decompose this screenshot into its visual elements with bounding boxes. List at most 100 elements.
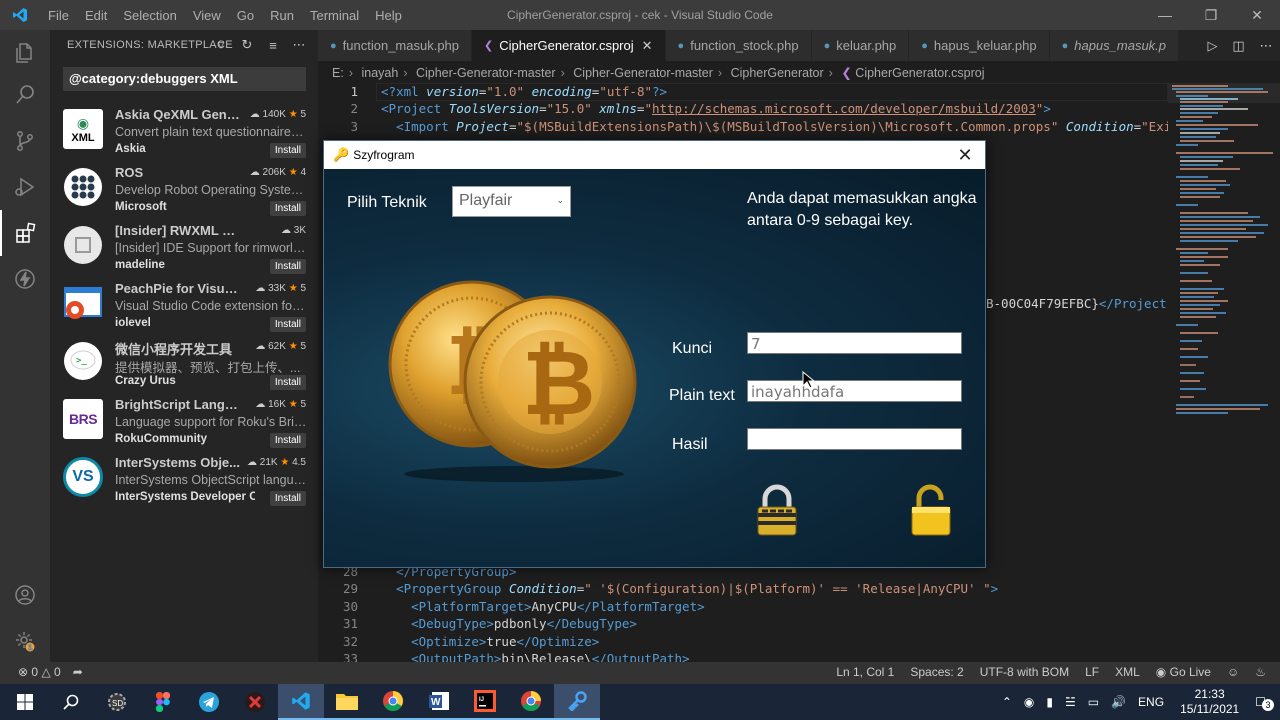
vscode-icon[interactable] [278,684,324,720]
szyfrogram-app-icon[interactable] [554,684,600,720]
notifications-bell-icon[interactable]: ♨ [1255,665,1266,679]
technique-select[interactable]: Playfair ⌄ [452,186,571,217]
minimize-button[interactable]: — [1142,0,1188,30]
game-app-icon[interactable] [232,684,278,720]
explorer-icon[interactable] [0,30,50,76]
refresh-icon[interactable]: ↻ [238,36,256,54]
menu-edit[interactable]: Edit [77,8,115,23]
close-window-button[interactable]: ✕ [1234,0,1280,30]
restore-button[interactable]: ❐ [1188,0,1234,30]
end-of-line[interactable]: LF [1085,665,1099,679]
extension-item[interactable]: PeachPie for Visual ... ☁ 33K ★ 5 Visual… [50,277,318,335]
webcam-icon[interactable]: ◉ [1024,695,1034,709]
tab-keluar[interactable]: ● keluar.php [811,30,910,61]
chevron-up-icon[interactable]: ⌃ [1002,695,1012,709]
close-dialog-button[interactable]: ✕ [951,143,979,167]
menu-selection[interactable]: Selection [115,8,184,23]
plain-text-input[interactable]: inayahhdafa [747,380,962,402]
install-button[interactable]: Install [269,317,306,332]
menu-view[interactable]: View [185,8,229,23]
language-mode[interactable]: XML [1115,665,1140,679]
ros-dots-icon [63,167,103,207]
minimap[interactable] [1168,83,1280,662]
telegram-icon[interactable] [186,684,232,720]
breadcrumb-item[interactable]: CipherGenerator [731,66,824,80]
word-icon[interactable]: W [416,684,462,720]
more-actions-icon[interactable]: ⋯ [290,36,308,54]
language-indicator[interactable]: ENG [1138,695,1164,709]
network-icon[interactable]: ☱ [1065,695,1076,709]
php-icon: ● [1061,39,1069,52]
install-button[interactable]: Install [269,375,306,390]
sd-app-icon[interactable]: SD [94,684,140,720]
search-activity-icon[interactable] [0,72,50,118]
close-tab-icon[interactable]: ✕ [642,38,653,54]
extension-item[interactable]: ROS ☁ 206K ★ 4 Develop Robot Operating S… [50,161,318,219]
extension-item[interactable]: BRS BrightScript Langua... ☁ 16K ★ 5 Lan… [50,393,318,451]
figma-icon[interactable] [140,684,186,720]
chrome-icon[interactable] [370,684,416,720]
extension-search-input[interactable]: @category:debuggers XML [63,67,306,91]
filter-icon[interactable]: ▿ [212,36,230,54]
menu-help[interactable]: Help [367,8,410,23]
chrome-alt-icon[interactable] [508,684,554,720]
intellij-icon[interactable]: IJ [462,684,508,720]
extension-item[interactable]: ◉ XML Askia QeXML Gene... ☁ 140K ★ 5 Conv… [50,103,318,161]
search-icon[interactable] [48,684,94,720]
problems-indicator[interactable]: ⊗ 0 △ 0 [18,665,61,679]
hasil-output[interactable] [747,428,962,450]
live-share-icon[interactable]: ➦ [73,665,83,679]
source-control-icon[interactable] [0,118,50,164]
tab-function-masuk[interactable]: ● function_masuk.php [318,30,473,61]
run-debug-icon[interactable] [0,164,50,210]
action-center-icon[interactable]: ☐ 3 [1255,695,1274,711]
install-button[interactable]: Install [269,491,306,506]
tab-function-stock[interactable]: ● function_stock.php [665,30,812,61]
split-editor-icon[interactable]: ◫ [1232,38,1244,54]
volume-icon[interactable]: 🔊 [1111,695,1126,709]
breadcrumb-item[interactable]: E: [332,66,344,80]
extension-item[interactable]: VS InterSystems Obje... ☁ 21K ★ 4.5 Inte… [50,451,318,509]
feedback-icon[interactable]: ☺ [1227,665,1239,679]
clock[interactable]: 21:33 15/11/2021 [1180,687,1239,717]
extension-author: Crazy Urus [115,375,176,387]
pilih-teknik-label: Pilih Teknik [347,194,427,211]
file-encoding[interactable]: UTF-8 with BOM [980,665,1069,679]
go-live-button[interactable]: ◉ Go Live [1156,665,1211,679]
start-icon[interactable] [2,684,48,720]
tab-hapus-masuk[interactable]: ● hapus_masuk.p [1049,30,1180,61]
install-button[interactable]: Install [269,143,306,158]
breadcrumb-item[interactable]: CipherGenerator.csproj [855,66,984,80]
microphone-icon[interactable]: ▮ [1046,695,1053,709]
battery-icon[interactable]: ▭ [1088,695,1099,709]
extension-author: Askia [115,143,146,155]
cursor-position[interactable]: Ln 1, Col 1 [836,665,894,679]
breadcrumb-item[interactable]: Cipher-Generator-master [573,66,713,80]
menu-go[interactable]: Go [229,8,262,23]
key-hint-text: Anda dapat memasukkan angka antara 0-9 s… [747,190,977,229]
unlock-decrypt-button[interactable] [908,484,954,538]
kunci-input[interactable]: 7 [747,332,962,354]
more-actions-icon[interactable]: ⋯ [1260,38,1273,54]
lock-encrypt-button[interactable] [752,484,802,538]
run-icon[interactable]: ▷ [1207,38,1217,54]
menu-terminal[interactable]: Terminal [302,8,367,23]
menu-file[interactable]: File [40,8,77,23]
menu-run[interactable]: Run [262,8,302,23]
clear-list-icon[interactable]: ≡ [264,36,282,54]
account-icon[interactable] [0,572,50,618]
breadcrumb-item[interactable]: inayah [361,66,398,80]
breadcrumb-item[interactable]: Cipher-Generator-master [416,66,556,80]
indentation[interactable]: Spaces: 2 [910,665,963,679]
lightning-icon[interactable] [0,256,50,302]
tab-ciphergenerator-csproj[interactable]: ❮ CipherGenerator.csproj ✕ [472,30,666,61]
file-explorer-icon[interactable] [324,684,370,720]
extensions-icon[interactable] [0,210,50,256]
install-button[interactable]: Install [269,259,306,274]
install-button[interactable]: Install [269,433,306,448]
extension-item[interactable]: [Insider] RWXML Langu... ☁ 3K [Insider] … [50,219,318,277]
install-button[interactable]: Install [269,201,306,216]
extension-item[interactable]: >_ 微信小程序开发工具 ☁ 62K ★ 5 提供模拟器、预览、打包上传、...… [50,335,318,393]
tab-hapus-keluar[interactable]: ● hapus_keluar.php [909,30,1050,61]
settings-gear-icon[interactable]: 1 [0,618,50,664]
